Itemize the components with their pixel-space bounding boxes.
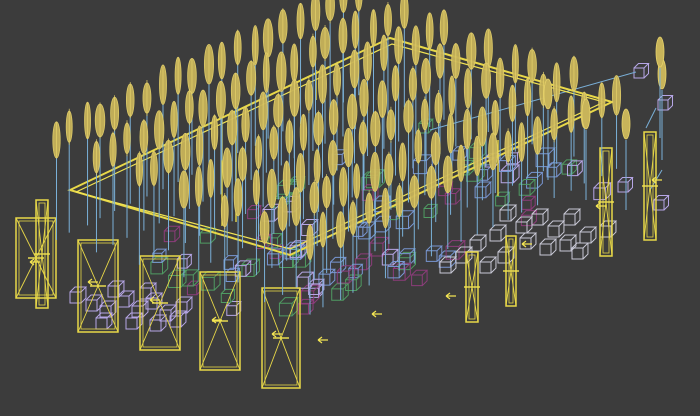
helper-box xyxy=(425,245,443,262)
helper-box xyxy=(489,224,508,242)
plant xyxy=(349,200,357,293)
plant xyxy=(612,75,622,169)
plant xyxy=(504,128,512,220)
plant xyxy=(488,132,498,228)
helper-box xyxy=(186,280,203,296)
plant xyxy=(581,98,591,200)
plant xyxy=(523,78,532,179)
helper-box xyxy=(559,234,578,252)
helper-box xyxy=(226,300,242,316)
helper-box xyxy=(117,290,136,308)
direction-arrow xyxy=(87,278,98,286)
side-frame xyxy=(598,147,614,257)
direction-arrow xyxy=(595,202,606,210)
plant xyxy=(65,108,73,233)
plant xyxy=(150,150,158,258)
helper-box xyxy=(149,314,168,332)
plant xyxy=(92,139,101,253)
plant xyxy=(532,116,543,206)
helper-box xyxy=(423,203,439,218)
plant xyxy=(291,187,301,288)
side-frame xyxy=(642,131,658,241)
plant xyxy=(306,224,314,315)
side-frame xyxy=(34,199,50,309)
plant xyxy=(207,158,215,263)
helper-box xyxy=(563,208,582,226)
helper-box xyxy=(521,195,537,210)
plant xyxy=(84,101,91,226)
plant xyxy=(163,138,174,251)
3d-viewport[interactable] xyxy=(0,0,700,416)
plant xyxy=(409,173,420,264)
direction-arrow xyxy=(317,336,328,344)
helper-box xyxy=(579,226,598,244)
plant xyxy=(109,131,117,246)
helper-box xyxy=(617,177,634,193)
helper-box xyxy=(200,271,222,291)
plant xyxy=(567,95,575,191)
helper-box xyxy=(296,271,315,289)
helper-box xyxy=(561,159,578,175)
helper-box xyxy=(107,280,126,298)
helper-box xyxy=(547,220,566,238)
guide-line xyxy=(645,107,657,129)
helper-box xyxy=(381,248,400,266)
plant xyxy=(457,144,465,242)
side-frame xyxy=(503,235,519,307)
helper-box xyxy=(571,242,590,260)
helper-box xyxy=(163,225,181,243)
helper-box xyxy=(479,256,498,274)
helper-box xyxy=(95,312,114,330)
helper-box xyxy=(566,160,584,177)
plant xyxy=(621,108,631,210)
helper-box xyxy=(520,210,538,227)
wireframe-scene[interactable] xyxy=(0,0,700,416)
helper-box xyxy=(633,63,650,79)
plant xyxy=(473,135,482,235)
side-frame xyxy=(464,251,480,323)
plant xyxy=(195,166,203,270)
helper-box xyxy=(539,238,558,256)
helper-box xyxy=(519,232,538,250)
helper-box xyxy=(411,269,429,287)
side-frame xyxy=(199,271,241,371)
helper-box xyxy=(515,216,534,234)
direction-arrow xyxy=(445,292,456,300)
direction-arrow xyxy=(371,310,382,318)
plant xyxy=(426,164,437,257)
plant xyxy=(123,120,131,238)
